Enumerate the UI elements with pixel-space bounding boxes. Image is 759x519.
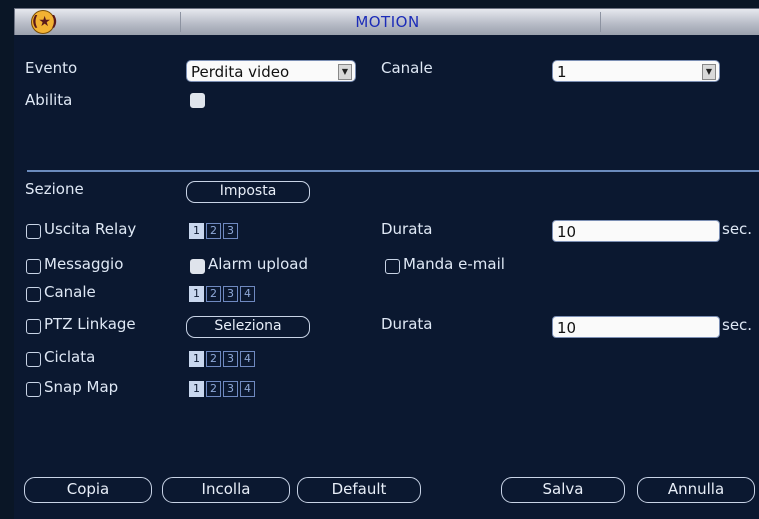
message-checkbox[interactable] (26, 259, 41, 274)
tour-1-toggle[interactable]: 1 (189, 351, 204, 367)
ptz-select-button[interactable]: Seleziona (186, 316, 310, 338)
channel-4-toggle[interactable]: 4 (240, 286, 255, 302)
tour-4-toggle[interactable]: 4 (240, 351, 255, 367)
duration-unit: sec. (722, 220, 753, 238)
tour-2-toggle[interactable]: 2 (206, 351, 221, 367)
channel-number-group: 1 2 3 4 (189, 286, 255, 302)
event-select[interactable]: Perdita video ▼ (186, 60, 356, 82)
event-select-value: Perdita video (191, 63, 290, 81)
title-bar: (★) MOTION (14, 8, 759, 36)
section-label: Sezione (25, 180, 84, 198)
chevron-down-icon: ▼ (702, 64, 716, 80)
motion-panel: Evento Perdita video ▼ Canale 1 ▼ Abilit… (14, 35, 759, 519)
enable-checkbox[interactable] (190, 93, 205, 108)
relay-label: Uscita Relay (44, 220, 137, 238)
tour-3-toggle[interactable]: 3 (223, 351, 238, 367)
duration-label: Durata (381, 220, 433, 238)
channel-link-checkbox[interactable] (26, 287, 41, 302)
tour-label: Ciclata (44, 348, 96, 366)
event-label: Evento (25, 59, 78, 77)
relay-1-toggle[interactable]: 1 (189, 223, 204, 239)
paste-button[interactable]: Incolla (162, 477, 290, 503)
email-label: Manda e-mail (403, 255, 505, 273)
duration-unit: sec. (722, 316, 753, 334)
ptz-duration-input[interactable]: 10 (552, 316, 720, 338)
channel-select-value: 1 (557, 63, 567, 81)
channel-select[interactable]: 1 ▼ (552, 60, 720, 82)
snap-label: Snap Map (44, 378, 119, 396)
tour-checkbox[interactable] (26, 352, 41, 367)
snap-1-toggle[interactable]: 1 (189, 381, 204, 397)
snap-4-toggle[interactable]: 4 (240, 381, 255, 397)
duration-label: Durata (381, 315, 433, 333)
email-checkbox[interactable] (385, 259, 400, 274)
cancel-button[interactable]: Annulla (637, 477, 755, 503)
channel-link-label: Canale (44, 283, 96, 301)
snap-checkbox[interactable] (26, 382, 41, 397)
snap-2-toggle[interactable]: 2 (206, 381, 221, 397)
enable-label: Abilita (25, 91, 73, 109)
window-title: MOTION (355, 13, 420, 31)
relay-2-toggle[interactable]: 2 (206, 223, 221, 239)
message-label: Messaggio (44, 255, 124, 273)
relay-checkbox[interactable] (26, 224, 41, 239)
alarm-upload-label: Alarm upload (208, 255, 308, 273)
snap-number-group: 1 2 3 4 (189, 381, 255, 397)
default-button[interactable]: Default (297, 477, 421, 503)
channel-label: Canale (381, 59, 433, 77)
save-button[interactable]: Salva (501, 477, 625, 503)
divider (27, 170, 759, 172)
snap-3-toggle[interactable]: 3 (223, 381, 238, 397)
set-region-button[interactable]: Imposta (186, 181, 310, 203)
channel-2-toggle[interactable]: 2 (206, 286, 221, 302)
alarm-upload-checkbox[interactable] (190, 259, 205, 274)
chevron-down-icon: ▼ (338, 64, 352, 80)
ptz-label: PTZ Linkage (44, 315, 136, 333)
copy-button[interactable]: Copia (24, 477, 152, 503)
tour-number-group: 1 2 3 4 (189, 351, 255, 367)
ptz-checkbox[interactable] (26, 319, 41, 334)
channel-3-toggle[interactable]: 3 (223, 286, 238, 302)
relay-3-toggle[interactable]: 3 (223, 223, 238, 239)
relay-number-group: 1 2 3 (189, 223, 238, 239)
channel-1-toggle[interactable]: 1 (189, 286, 204, 302)
relay-duration-input[interactable]: 10 (552, 220, 720, 242)
